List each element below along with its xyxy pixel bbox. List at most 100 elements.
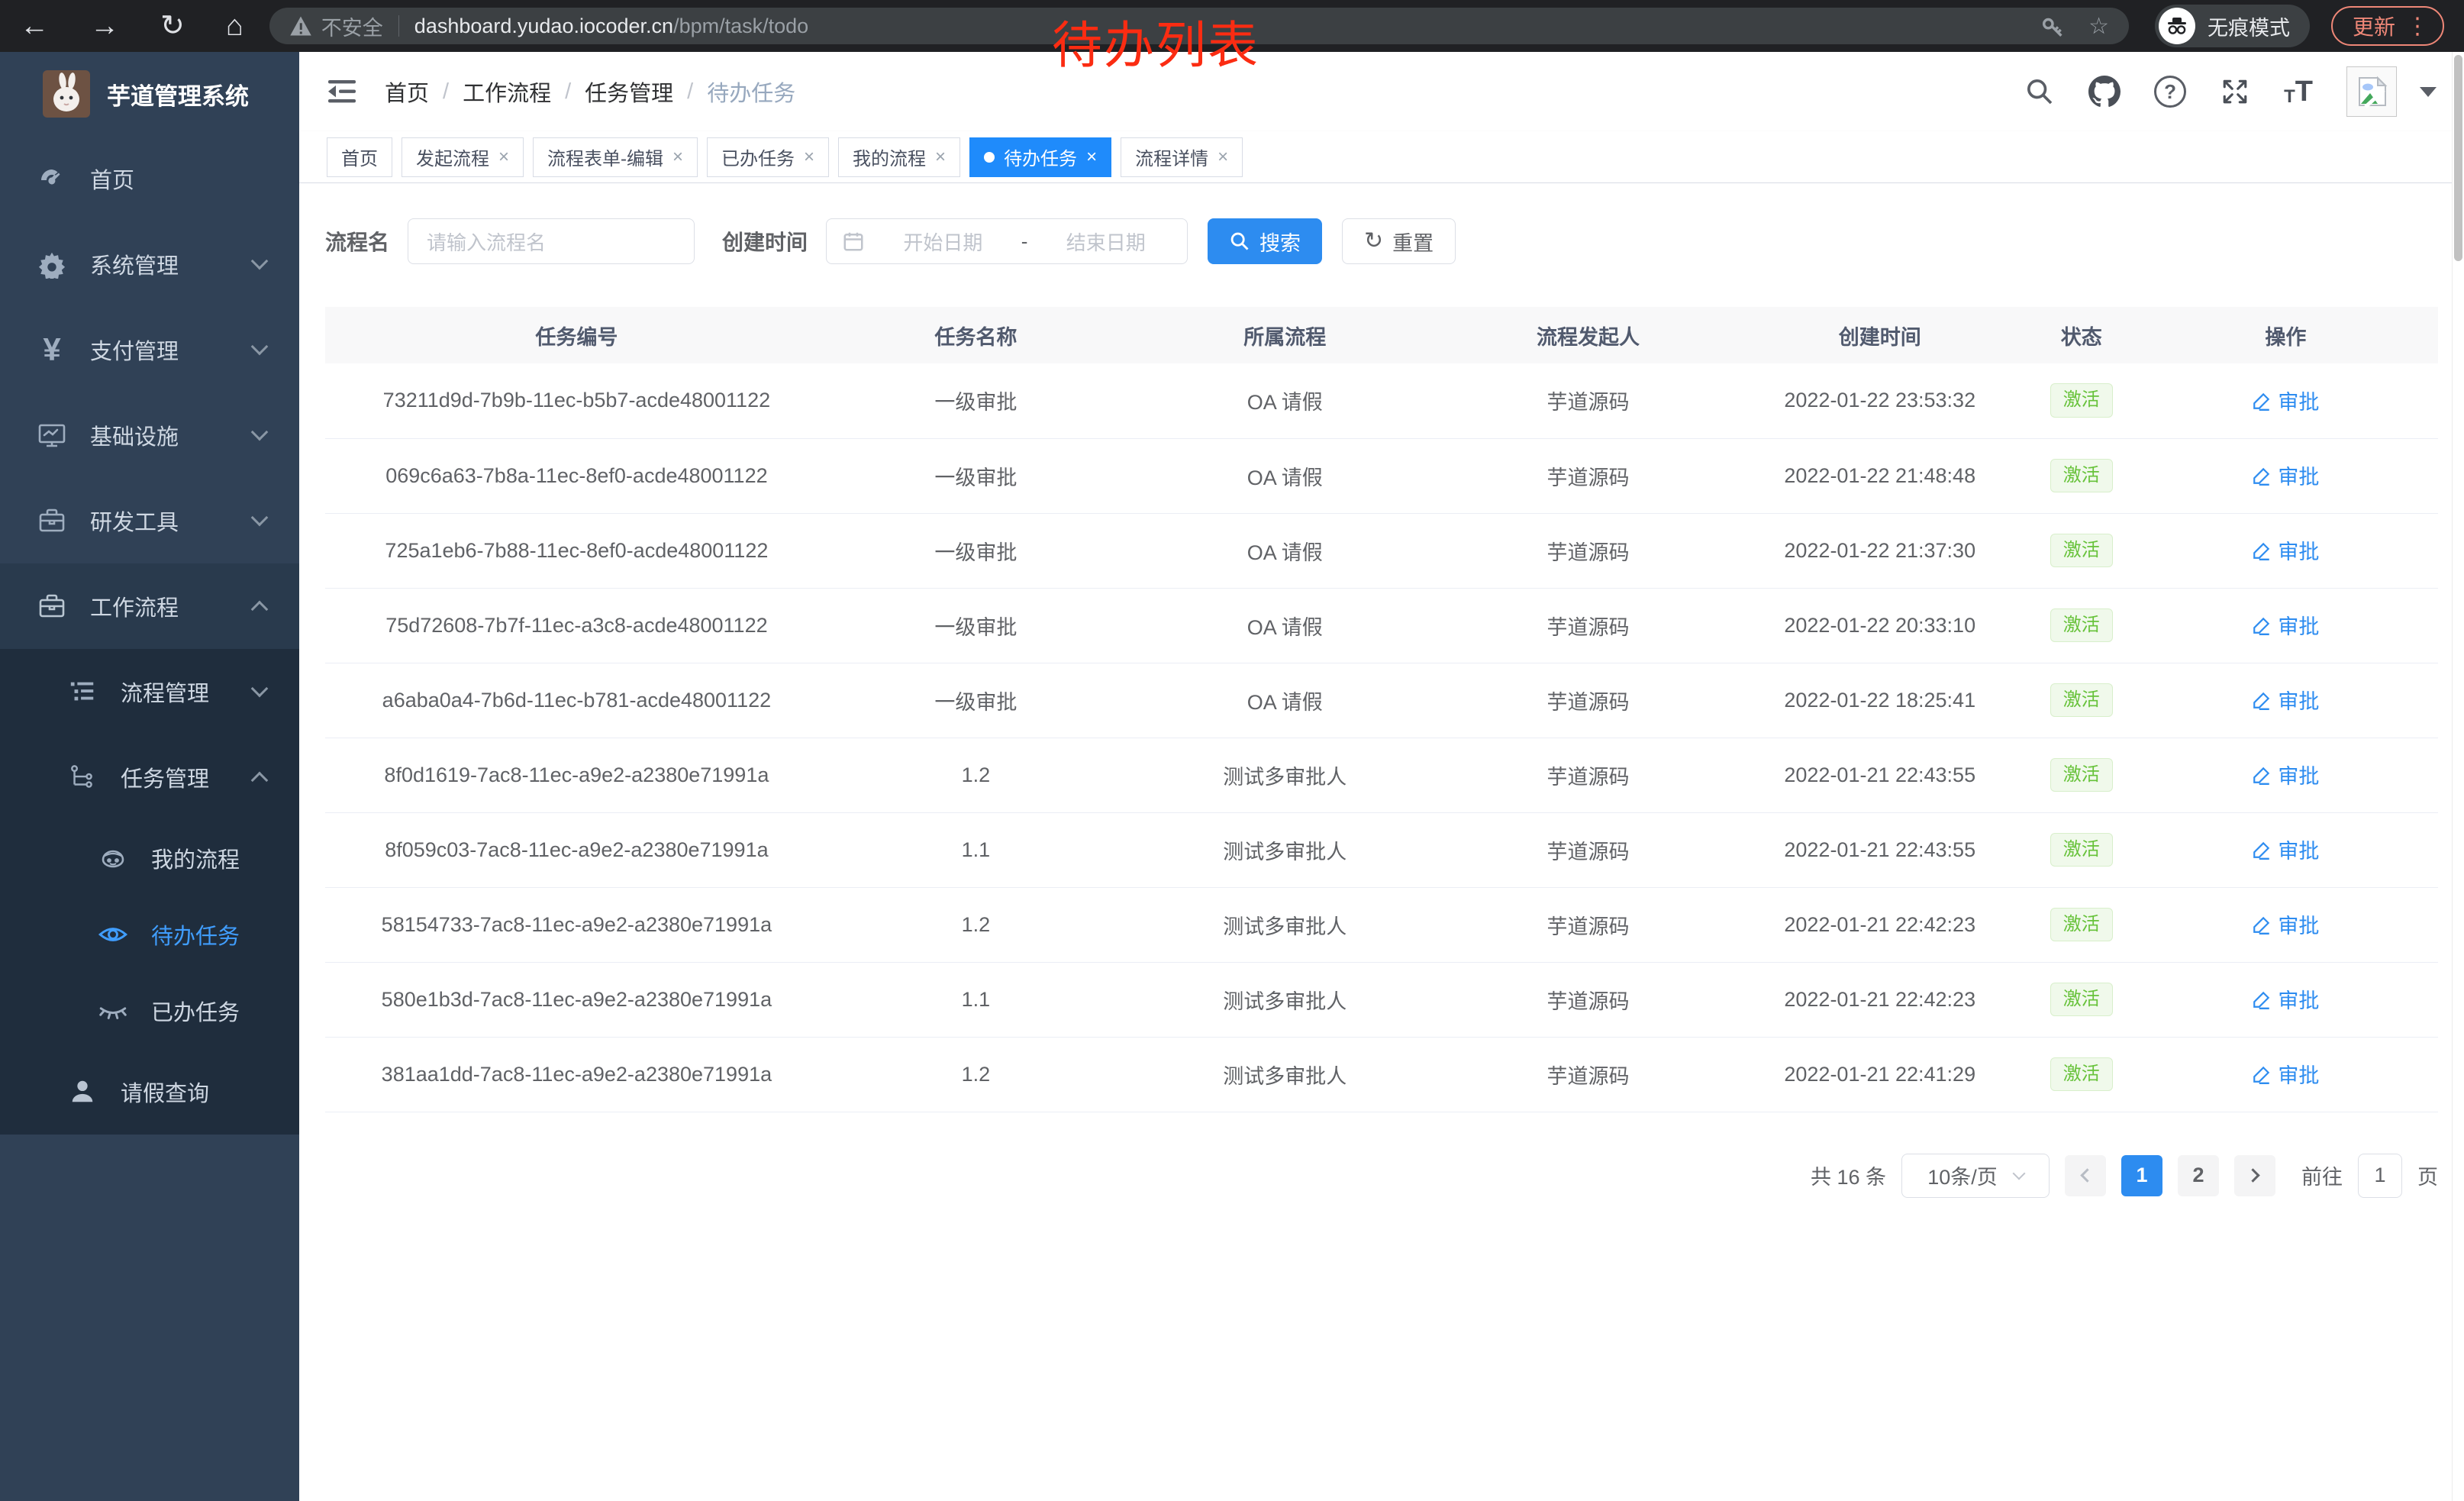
breadcrumb-workflow[interactable]: 工作流程	[463, 76, 551, 108]
sidebar-fold-icon[interactable]	[327, 78, 357, 105]
header-search-icon[interactable]	[2024, 76, 2055, 107]
goto-page-value: 1	[2374, 1164, 2385, 1187]
close-icon[interactable]: ×	[672, 147, 683, 168]
sidebar-item-label: 我的流程	[151, 842, 240, 874]
approve-link[interactable]: 审批	[2252, 834, 2319, 864]
approve-link[interactable]: 审批	[2252, 909, 2319, 939]
reset-button[interactable]: ↻ 重置	[1342, 218, 1456, 264]
sidebar-item-todo-tasks[interactable]: 待办任务	[0, 896, 299, 973]
table-row: a6aba0a4-7b6d-11ec-b781-acde48001122 一级审…	[325, 663, 2438, 738]
tab-todo-tasks[interactable]: 待办任务 ×	[969, 137, 1111, 177]
divider	[398, 15, 399, 37]
cell-starter: 芋道源码	[1446, 438, 1730, 513]
tab-my-process[interactable]: 我的流程 ×	[838, 137, 960, 177]
chevron-down-icon	[251, 509, 269, 527]
table-header-row: 任务编号 任务名称 所属流程 流程发起人 创建时间 状态 操作	[325, 307, 2438, 363]
range-separator: -	[1021, 230, 1028, 253]
edit-pencil-icon	[2252, 690, 2272, 710]
browser-update-button[interactable]: 更新 ⋮	[2331, 6, 2444, 46]
browser-reload-icon[interactable]: ↻	[160, 11, 185, 40]
approve-link[interactable]: 审批	[2252, 386, 2319, 415]
approve-link[interactable]: 审批	[2252, 760, 2319, 789]
col-process: 所属流程	[1124, 307, 1446, 363]
tab-process-detail[interactable]: 流程详情 ×	[1121, 137, 1243, 177]
end-date-placeholder: 结束日期	[1040, 228, 1172, 256]
status-badge: 激活	[2050, 459, 2113, 493]
github-icon[interactable]	[2088, 76, 2121, 108]
close-icon[interactable]: ×	[498, 147, 509, 168]
next-page-button[interactable]	[2234, 1155, 2275, 1196]
tags-view: 首页 发起流程 × 流程表单-编辑 × 已办任务 × 我的流程 × 待办任务 ×	[299, 131, 2464, 183]
goto-page-input[interactable]: 1	[2358, 1154, 2402, 1198]
key-icon[interactable]	[2040, 13, 2066, 39]
close-icon[interactable]: ×	[804, 147, 814, 168]
close-icon[interactable]: ×	[935, 147, 946, 168]
sidebar-item-infra[interactable]: 基础设施	[0, 392, 299, 478]
process-name-input[interactable]: 请输入流程名	[408, 218, 695, 264]
sidebar-item-system[interactable]: 系统管理	[0, 221, 299, 307]
incognito-icon	[2165, 14, 2189, 38]
help-icon[interactable]: ?	[2154, 76, 2186, 108]
eye-icon	[96, 918, 130, 951]
search-form: 流程名 请输入流程名 创建时间 开始日期 - 结束日期	[325, 218, 2438, 264]
sidebar-item-label: 研发工具	[90, 505, 179, 537]
sidebar-item-devtools[interactable]: 研发工具	[0, 478, 299, 563]
tab-home[interactable]: 首页	[327, 137, 392, 177]
breadcrumb-home[interactable]: 首页	[385, 76, 429, 108]
approve-link[interactable]: 审批	[2252, 685, 2319, 715]
cell-task-id: 73211d9d-7b9b-11ec-b5b7-acde48001122	[325, 363, 828, 438]
edit-pencil-icon	[2252, 765, 2272, 785]
tab-label: 流程表单-编辑	[547, 144, 663, 170]
approve-link[interactable]: 审批	[2252, 610, 2319, 640]
cell-task-id: 069c6a63-7b8a-11ec-8ef0-acde48001122	[325, 438, 828, 513]
search-button[interactable]: 搜索	[1208, 218, 1322, 264]
browser-forward-icon[interactable]: →	[90, 11, 119, 40]
cell-create-time: 2022-01-21 22:43:55	[1730, 812, 2030, 887]
close-icon[interactable]: ×	[1217, 147, 1228, 168]
date-range-input[interactable]: 开始日期 - 结束日期	[826, 218, 1188, 264]
close-icon[interactable]: ×	[1086, 147, 1097, 168]
tab-label: 已办任务	[721, 144, 795, 170]
approve-link[interactable]: 审批	[2252, 1059, 2319, 1089]
scrollbar-thumb[interactable]	[2454, 55, 2462, 261]
bookmark-star-icon[interactable]: ☆	[2088, 13, 2109, 40]
dashboard-icon	[35, 163, 69, 194]
font-size-icon[interactable]: TT	[2284, 77, 2313, 106]
avatar-caret-icon[interactable]	[2420, 87, 2437, 97]
tab-done-tasks[interactable]: 已办任务 ×	[707, 137, 829, 177]
status-badge: 激活	[2050, 908, 2113, 942]
approve-link[interactable]: 审批	[2252, 460, 2319, 490]
browser-menu-icon[interactable]: ⋮	[2406, 13, 2429, 40]
chevron-up-icon	[251, 772, 269, 789]
col-task-name: 任务名称	[828, 307, 1124, 363]
sidebar-item-workflow[interactable]: 工作流程	[0, 563, 299, 649]
fullscreen-icon[interactable]	[2220, 76, 2250, 107]
prev-page-button[interactable]	[2065, 1155, 2106, 1196]
scrollbar[interactable]	[2452, 52, 2464, 1501]
status-badge: 激活	[2050, 758, 2113, 792]
approve-link[interactable]: 审批	[2252, 984, 2319, 1014]
approve-link[interactable]: 审批	[2252, 535, 2319, 565]
app-logo[interactable]: 芋道管理系统	[0, 52, 299, 136]
browser-back-icon[interactable]: ←	[20, 11, 49, 40]
sidebar-item-label: 任务管理	[121, 761, 209, 793]
sidebar-item-payment[interactable]: ¥ 支付管理	[0, 307, 299, 392]
sidebar-item-done-tasks[interactable]: 已办任务	[0, 973, 299, 1049]
page-button-1[interactable]: 1	[2121, 1155, 2162, 1196]
breadcrumb-task-mgmt[interactable]: 任务管理	[585, 76, 673, 108]
avatar[interactable]	[2346, 66, 2397, 117]
tab-form-edit[interactable]: 流程表单-编辑 ×	[533, 137, 698, 177]
sidebar-item-task-mgmt[interactable]: 任务管理	[0, 734, 299, 820]
tab-start-process[interactable]: 发起流程 ×	[402, 137, 524, 177]
browser-home-icon[interactable]: ⌂	[226, 11, 243, 40]
edit-pencil-icon	[2252, 391, 2272, 411]
page-size-select[interactable]: 10条/页	[1901, 1154, 2050, 1198]
table-row: 8f0d1619-7ac8-11ec-a9e2-a2380e71991a 1.2…	[325, 738, 2438, 812]
sidebar-item-my-process[interactable]: 我的流程	[0, 820, 299, 896]
sidebar-item-process-mgmt[interactable]: 流程管理	[0, 649, 299, 734]
approve-link-label: 审批	[2278, 909, 2319, 939]
sidebar-item-leave-query[interactable]: 请假查询	[0, 1049, 299, 1135]
page-button-2[interactable]: 2	[2178, 1155, 2219, 1196]
chevron-down-icon	[251, 680, 269, 698]
sidebar-item-home[interactable]: 首页	[0, 136, 299, 221]
